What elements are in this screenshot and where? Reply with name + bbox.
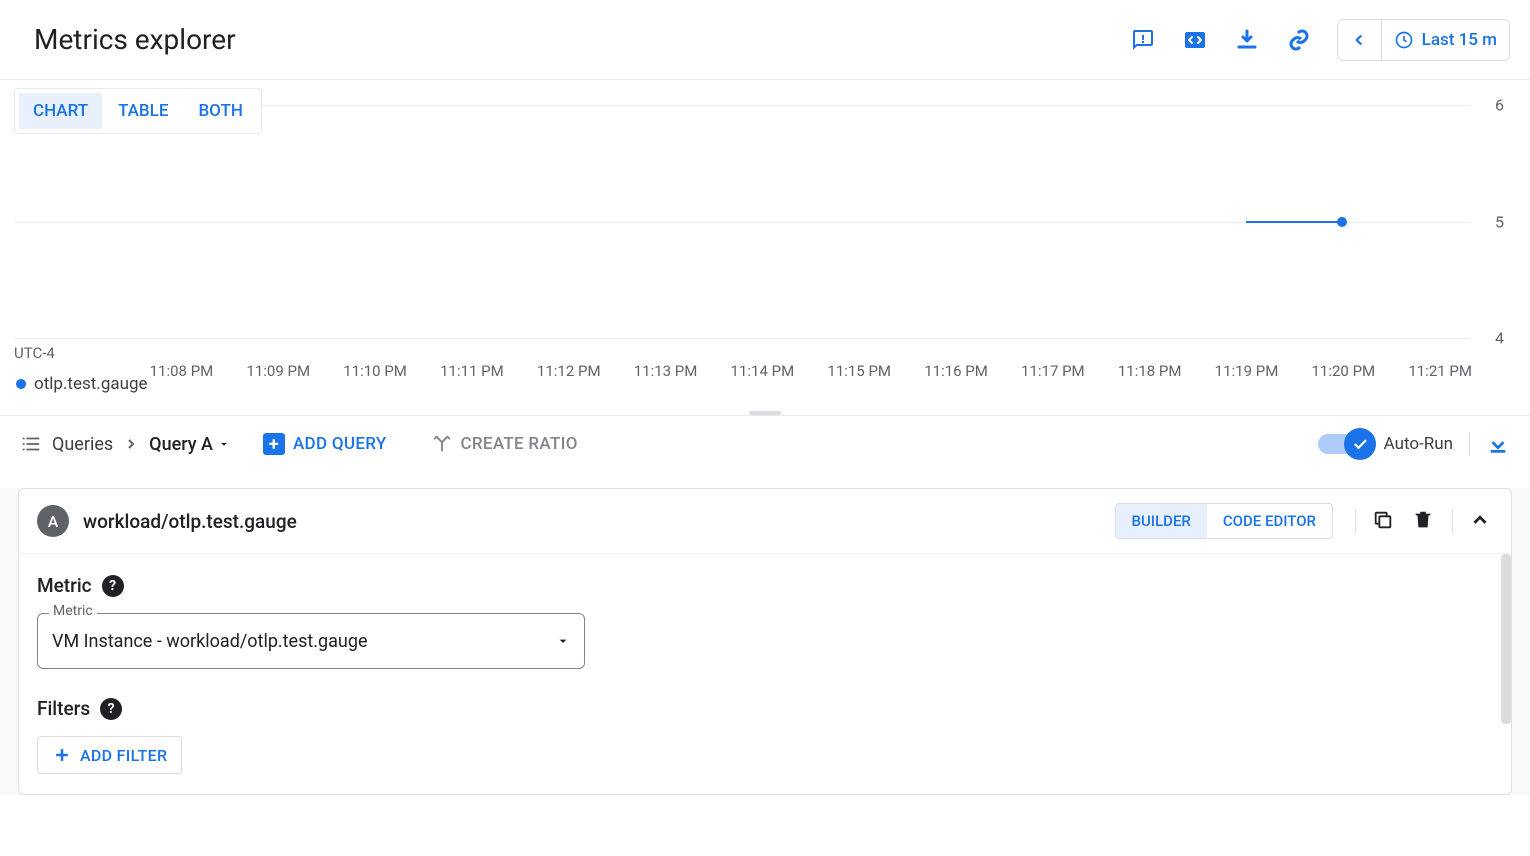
y-tick: 5: [1495, 213, 1504, 232]
metric-select[interactable]: VM Instance - workload/otlp.test.gauge: [37, 613, 585, 669]
series-point: [1337, 217, 1347, 227]
queries-bar: Queries Query A + ADD QUERY CREATE RATIO…: [0, 416, 1530, 472]
legend-label: otlp.test.gauge: [34, 374, 148, 394]
add-query-button[interactable]: + ADD QUERY: [263, 433, 387, 455]
plus-icon: [52, 745, 72, 765]
time-range-label[interactable]: Last 15 m: [1382, 20, 1509, 60]
time-range-picker[interactable]: Last 15 m: [1337, 19, 1510, 61]
y-tick: 6: [1495, 96, 1504, 115]
clock-icon: [1394, 30, 1414, 50]
series-line: [1246, 221, 1342, 223]
grid-baseline: [14, 338, 1470, 339]
link-icon[interactable]: [1285, 26, 1313, 54]
query-badge: A: [37, 505, 69, 537]
copy-icon[interactable]: [1372, 509, 1396, 533]
legend: otlp.test.gauge: [16, 374, 148, 394]
query-selector[interactable]: Query A: [149, 434, 231, 455]
scrollbar[interactable]: [1501, 554, 1511, 724]
timezone-label: UTC-4: [14, 344, 55, 362]
builder-mode[interactable]: BUILDER: [1116, 504, 1207, 538]
queries-label: Queries: [52, 434, 113, 455]
caret-down-icon: [217, 437, 231, 451]
chevron-right-icon: [123, 436, 139, 452]
tab-chart[interactable]: CHART: [19, 93, 102, 129]
merge-icon: [431, 433, 453, 455]
view-tabs: CHART TABLE BOTH: [14, 88, 262, 134]
create-ratio-button[interactable]: CREATE RATIO: [431, 433, 578, 455]
code-icon[interactable]: [1181, 26, 1209, 54]
collapse-panel-icon[interactable]: [1469, 509, 1493, 533]
autorun-toggle[interactable]: Auto-Run: [1318, 434, 1453, 454]
tab-both[interactable]: BOTH: [184, 93, 256, 129]
caret-down-icon: [555, 633, 571, 649]
legend-swatch: [16, 379, 26, 389]
code-editor-mode[interactable]: CODE EDITOR: [1207, 504, 1332, 538]
help-icon[interactable]: ?: [102, 575, 124, 597]
query-title: workload/otlp.test.gauge: [83, 510, 1101, 533]
download-icon[interactable]: [1233, 26, 1261, 54]
list-icon: [20, 433, 42, 455]
delete-icon[interactable]: [1412, 509, 1436, 533]
page-title: Metrics explorer: [34, 23, 236, 56]
time-prev-button[interactable]: [1338, 20, 1382, 60]
query-panel: A workload/otlp.test.gauge BUILDER CODE …: [18, 488, 1512, 795]
tab-table[interactable]: TABLE: [104, 93, 182, 129]
check-icon: [1351, 435, 1369, 453]
plus-icon: +: [263, 433, 285, 455]
filters-section-title: Filters: [37, 697, 90, 720]
editor-mode-toggle: BUILDER CODE EDITOR: [1115, 503, 1333, 539]
metric-float-label: Metric: [49, 603, 97, 619]
help-icon[interactable]: ?: [100, 698, 122, 720]
metric-section-title: Metric: [37, 574, 92, 597]
feedback-icon[interactable]: [1129, 26, 1157, 54]
add-filter-button[interactable]: ADD FILTER: [37, 736, 182, 774]
collapse-icon[interactable]: [1486, 430, 1510, 458]
y-tick: 4: [1495, 329, 1504, 348]
